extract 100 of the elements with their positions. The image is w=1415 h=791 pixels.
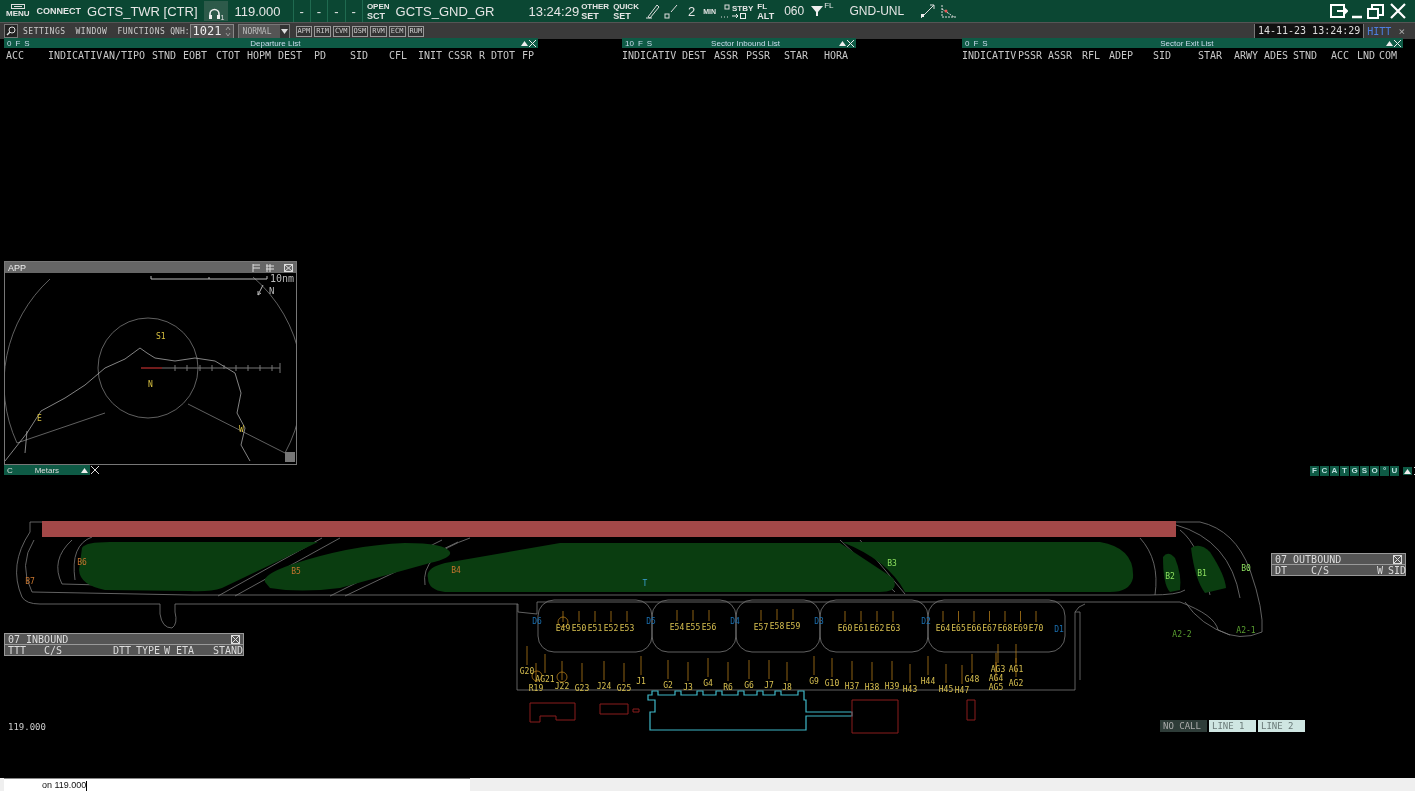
column-header[interactable]: TTT [8, 644, 44, 656]
search-button[interactable] [4, 24, 18, 38]
restore-icon[interactable] [1367, 3, 1385, 19]
collapse-icon[interactable] [521, 39, 528, 47]
column-header[interactable]: AN/TIPO [103, 49, 152, 61]
column-header[interactable]: STAR [1198, 49, 1234, 61]
column-header[interactable]: DTT [113, 644, 136, 656]
close-icon[interactable] [529, 39, 536, 47]
list-flag[interactable]: F [973, 38, 979, 48]
column-header[interactable]: INDICATIV [48, 49, 103, 61]
column-header[interactable]: INIT [418, 49, 448, 61]
column-header[interactable]: EOBT [183, 49, 216, 61]
column-header[interactable]: INDICATIV [962, 49, 1018, 61]
list-flag[interactable]: 0 [7, 38, 12, 48]
column-header[interactable]: ADEP [1109, 49, 1153, 61]
connect-button[interactable]: CONNECT [34, 6, 84, 16]
list-flag[interactable]: 0 [965, 38, 970, 48]
grid-icon[interactable] [265, 263, 274, 272]
resize-icon[interactable] [663, 3, 678, 19]
column-header[interactable]: LND [1357, 49, 1379, 61]
menu-item[interactable]: FUNCTIONS [112, 26, 171, 36]
column-header[interactable]: R [479, 49, 491, 61]
column-header[interactable]: STAND [213, 644, 244, 656]
split-icon[interactable] [252, 263, 261, 272]
column-header[interactable]: HORA [824, 49, 850, 61]
column-header[interactable]: STND [1293, 49, 1331, 61]
fl-alt-button[interactable]: FL ALT [755, 1, 777, 21]
list-flag[interactable]: S [646, 38, 653, 48]
command-field[interactable]: on 119.000 [4, 778, 470, 791]
collapse-icon[interactable] [839, 39, 846, 47]
column-header[interactable]: ARWY [1234, 49, 1264, 61]
column-header[interactable]: C/S [1311, 564, 1377, 576]
filter-toggle[interactable]: ° [1380, 466, 1389, 476]
column-header[interactable]: HOPM [247, 49, 278, 61]
filter-toggle[interactable]: G [1350, 466, 1359, 476]
column-header[interactable]: CTOT [216, 49, 247, 61]
column-header[interactable]: DT [1275, 564, 1311, 576]
column-header[interactable]: ACC [1331, 49, 1357, 61]
close-icon[interactable] [91, 466, 99, 474]
close-icon[interactable] [1394, 39, 1401, 47]
collapse-icon[interactable] [1386, 39, 1393, 47]
close-button[interactable]: × [1394, 24, 1409, 38]
column-header[interactable]: CSSR [448, 49, 479, 61]
column-header[interactable]: C/S [44, 644, 113, 656]
collapse-icon[interactable] [81, 466, 88, 474]
column-header[interactable]: INDICATIV [622, 49, 682, 61]
column-header[interactable]: ACC [6, 49, 48, 61]
column-header[interactable]: TYPE [136, 644, 164, 656]
standby-button[interactable]: STBY [730, 3, 756, 19]
filter-toggle[interactable]: U [1390, 466, 1399, 476]
column-header[interactable]: W [1377, 564, 1388, 576]
column-header[interactable]: ASSR [1048, 49, 1082, 61]
column-header[interactable]: SID [1388, 564, 1407, 576]
column-header[interactable]: ADES [1264, 49, 1293, 61]
call-line-button[interactable]: NO CALL [1160, 720, 1207, 732]
open-sector-button[interactable]: OPEN SCT [364, 1, 392, 21]
call-line-button[interactable]: LINE 2 [1258, 720, 1305, 732]
list-flag[interactable]: S [982, 38, 988, 48]
filter-toggle[interactable]: T [1340, 466, 1349, 476]
column-header[interactable]: W [164, 644, 176, 656]
list-flag[interactable]: F [15, 38, 21, 48]
list-flag[interactable]: C [7, 465, 13, 475]
filter-icon[interactable] [810, 3, 825, 19]
list-flag[interactable]: S [24, 38, 30, 48]
column-header[interactable]: DTOT [491, 49, 522, 61]
column-header[interactable]: ASSR [714, 49, 746, 61]
export-icon[interactable] [1330, 3, 1348, 19]
list-flag[interactable]: F [637, 38, 643, 48]
menu-button[interactable]: MENU [4, 4, 32, 18]
resize-handle[interactable] [285, 452, 295, 462]
column-header[interactable]: COM [1379, 49, 1403, 61]
menu-item[interactable]: SETTINGS [18, 26, 71, 36]
menu-item[interactable]: WINDOW [70, 26, 113, 36]
filter-toggle[interactable]: O [1370, 466, 1379, 476]
column-header[interactable]: CFL [389, 49, 418, 61]
spinner-icon[interactable] [224, 25, 231, 37]
column-header[interactable]: ETA [176, 644, 213, 656]
close-icon[interactable] [847, 39, 854, 47]
filter-toggle[interactable]: C [1320, 466, 1329, 476]
other-set-button[interactable]: OTHER SET [579, 1, 612, 21]
pencil-icon[interactable] [644, 3, 661, 19]
column-header[interactable]: PD [314, 49, 350, 61]
column-header[interactable]: STAR [784, 49, 824, 61]
filter-toggle[interactable]: F [1310, 466, 1319, 476]
column-header[interactable]: RFL [1082, 49, 1109, 61]
collapse-icon[interactable] [1403, 467, 1412, 475]
column-header[interactable]: STND [152, 49, 183, 61]
column-header[interactable]: FP [522, 49, 538, 61]
filter-toggle[interactable]: A [1330, 466, 1339, 476]
column-header[interactable]: DEST [682, 49, 714, 61]
qnh-field[interactable]: 1021 [189, 23, 234, 39]
mode-dropdown[interactable]: NORMAL [237, 23, 290, 39]
quick-set-button[interactable]: QUICK SET [611, 1, 641, 21]
filter-toggle[interactable]: S [1360, 466, 1369, 476]
column-header[interactable]: SID [350, 49, 389, 61]
column-header[interactable]: PSSR [746, 49, 784, 61]
list-flag[interactable]: 10 [625, 38, 634, 48]
column-header[interactable]: DEST [278, 49, 314, 61]
column-header[interactable]: PSSR [1018, 49, 1048, 61]
column-header[interactable]: SID [1153, 49, 1198, 61]
